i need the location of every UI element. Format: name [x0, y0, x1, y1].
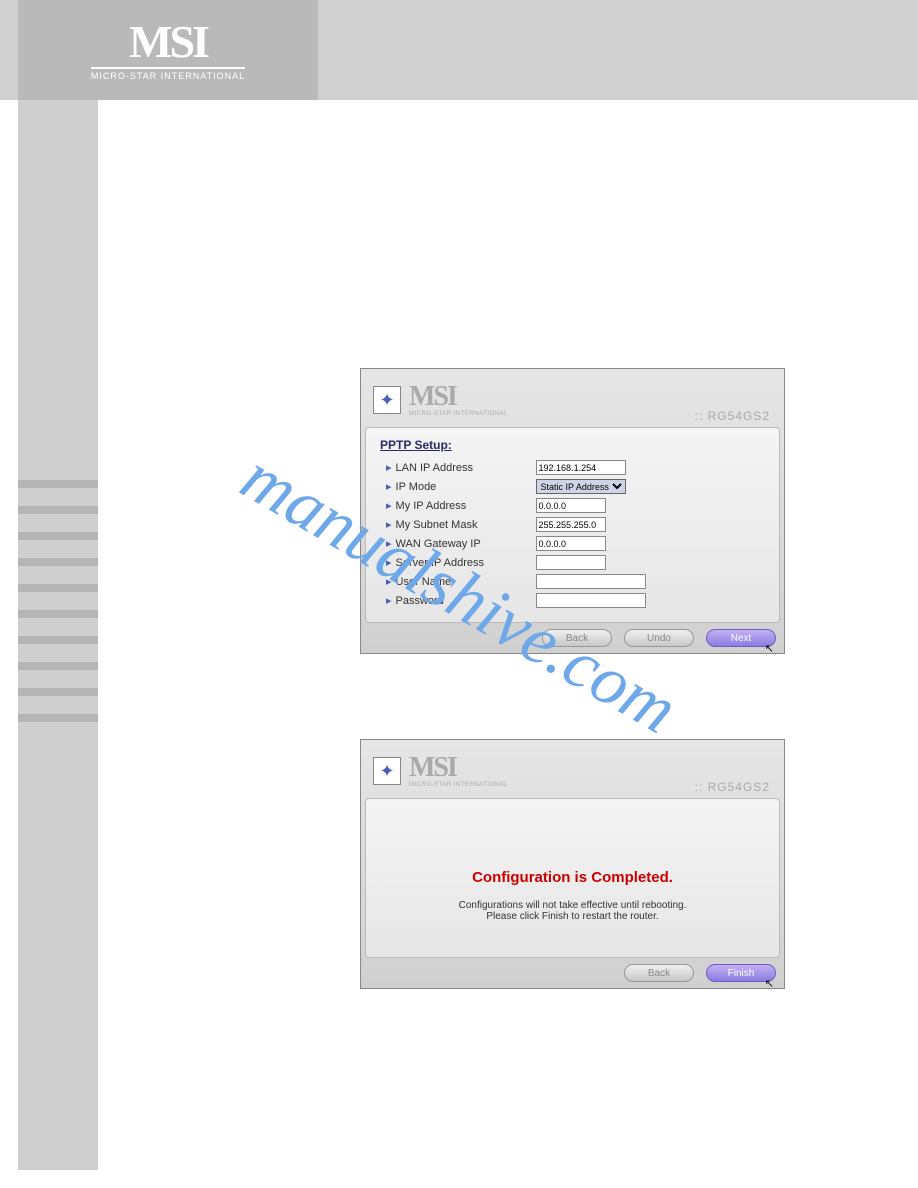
bullet-icon: ▸: [386, 499, 392, 512]
bullet-icon: ▸: [386, 575, 392, 588]
panel-footer: Back Undo Next: [365, 623, 780, 649]
bullet-icon: ▸: [386, 594, 392, 607]
bullet-icon: ▸: [386, 461, 392, 474]
panel-logo-wrap: MSI MICRO-STAR INTERNATIONAL: [409, 754, 508, 788]
stripe: [18, 506, 98, 514]
bullet-icon: ▸: [386, 518, 392, 531]
undo-button[interactable]: Undo: [624, 629, 694, 647]
field-password: ▸ Password: [380, 593, 765, 608]
wan-gw-input[interactable]: [536, 536, 606, 551]
back-button[interactable]: Back: [624, 964, 694, 982]
section-title: PPTP Setup:: [380, 438, 765, 452]
content: ✦ MSI MICRO-STAR INTERNATIONAL :: RG54GS…: [360, 368, 785, 1074]
field-label: IP Mode: [396, 481, 536, 493]
field-label: User Name: [396, 576, 536, 588]
stripe: [18, 532, 98, 540]
my-ip-input[interactable]: [536, 498, 606, 513]
page-header: MSI MICRO-STAR INTERNATIONAL: [0, 0, 918, 100]
panel-logo-text: MSI: [409, 754, 508, 782]
field-label: LAN IP Address: [396, 462, 536, 474]
lan-ip-input[interactable]: [536, 460, 626, 475]
field-label: My IP Address: [396, 500, 536, 512]
router-panel-pptp: ✦ MSI MICRO-STAR INTERNATIONAL :: RG54GS…: [360, 368, 785, 654]
field-label: Password: [396, 595, 536, 607]
brand-tagline: MICRO-STAR INTERNATIONAL: [91, 67, 245, 81]
panel-body: PPTP Setup: ▸ LAN IP Address ▸ IP Mode S…: [365, 427, 780, 623]
brand-logo-text: MSI: [129, 19, 207, 65]
model-label: :: RG54GS2: [695, 409, 770, 423]
brand-logo: MSI MICRO-STAR INTERNATIONAL: [18, 0, 318, 100]
stripe: [18, 662, 98, 670]
bullet-icon: ▸: [386, 556, 392, 569]
cursor-icon: ↖: [765, 977, 774, 990]
field-wan-gw: ▸ WAN Gateway IP: [380, 536, 765, 551]
panel-logo-sub: MICRO-STAR INTERNATIONAL: [409, 411, 508, 417]
stripe: [18, 688, 98, 696]
field-username: ▸ User Name: [380, 574, 765, 589]
username-input[interactable]: [536, 574, 646, 589]
complete-title: Configuration is Completed.: [390, 869, 755, 886]
panel-header: ✦ MSI MICRO-STAR INTERNATIONAL :: RG54GS…: [365, 744, 780, 798]
field-lan-ip: ▸ LAN IP Address: [380, 460, 765, 475]
field-subnet: ▸ My Subnet Mask: [380, 517, 765, 532]
password-input[interactable]: [536, 593, 646, 608]
stripe: [18, 636, 98, 644]
model-label: :: RG54GS2: [695, 780, 770, 794]
complete-line1: Configurations will not take effective u…: [390, 900, 755, 911]
stripe: [18, 584, 98, 592]
stripe: [18, 480, 98, 488]
panel-footer: Back Finish: [365, 958, 780, 984]
router-panel-complete: ✦ MSI MICRO-STAR INTERNATIONAL :: RG54GS…: [360, 739, 785, 989]
panel-logo-sub: MICRO-STAR INTERNATIONAL: [409, 782, 508, 788]
complete-block: Configuration is Completed. Configuratio…: [380, 809, 765, 942]
subnet-input[interactable]: [536, 517, 606, 532]
bullet-icon: ▸: [386, 537, 392, 550]
sidebar: [18, 100, 98, 1170]
field-server-ip: ▸ Server IP Address: [380, 555, 765, 570]
sidebar-stripes: [18, 480, 98, 740]
ip-mode-select[interactable]: Static IP Address: [536, 479, 626, 494]
stripe: [18, 610, 98, 618]
panel-logo-wrap: MSI MICRO-STAR INTERNATIONAL: [409, 383, 508, 417]
panel-logo-text: MSI: [409, 383, 508, 411]
back-button[interactable]: Back: [542, 629, 612, 647]
field-label: Server IP Address: [396, 557, 536, 569]
bullet-icon: ▸: [386, 480, 392, 493]
panel-body: Configuration is Completed. Configuratio…: [365, 798, 780, 958]
cursor-icon: ↖: [765, 642, 774, 655]
field-label: WAN Gateway IP: [396, 538, 536, 550]
msi-icon: ✦: [373, 757, 401, 785]
field-my-ip: ▸ My IP Address: [380, 498, 765, 513]
field-ip-mode: ▸ IP Mode Static IP Address: [380, 479, 765, 494]
stripe: [18, 714, 98, 722]
server-ip-input[interactable]: [536, 555, 606, 570]
complete-line2: Please click Finish to restart the route…: [390, 911, 755, 922]
panel-header: ✦ MSI MICRO-STAR INTERNATIONAL :: RG54GS…: [365, 373, 780, 427]
msi-icon: ✦: [373, 386, 401, 414]
stripe: [18, 558, 98, 566]
field-label: My Subnet Mask: [396, 519, 536, 531]
